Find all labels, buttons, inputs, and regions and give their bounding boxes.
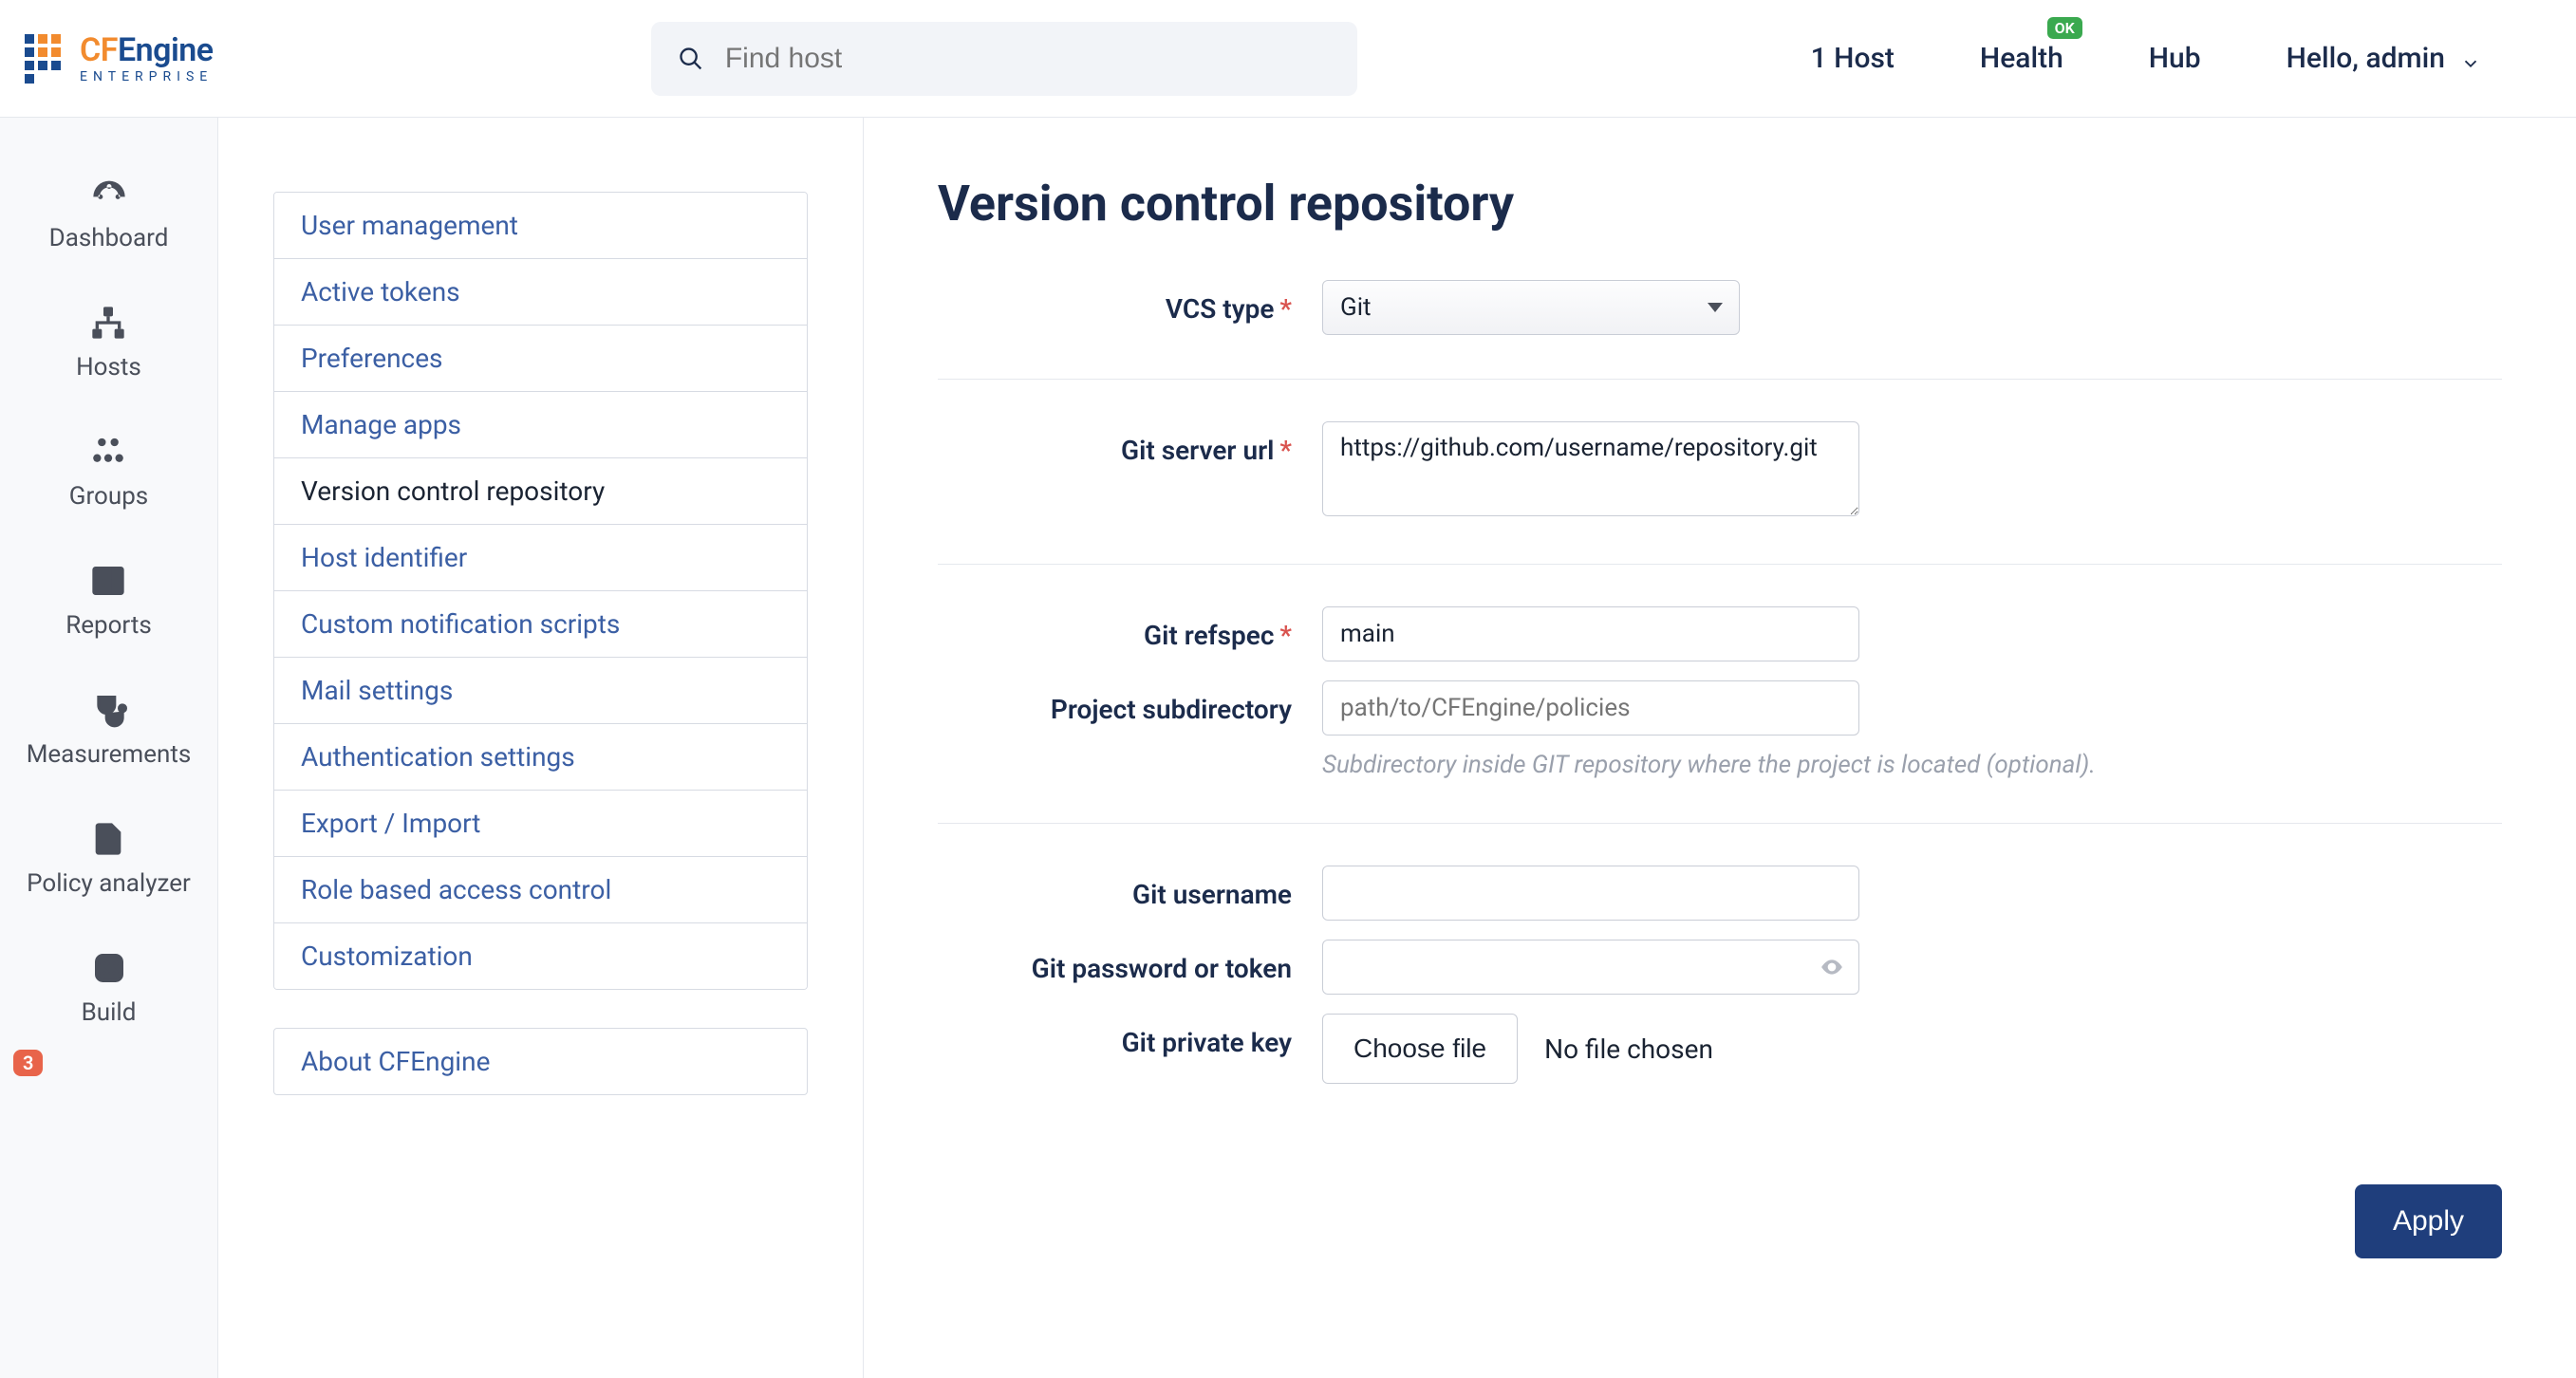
nav-dashboard[interactable]: Dashboard xyxy=(49,175,169,252)
git-password-label: Git password or token xyxy=(938,940,1322,984)
git-password-input[interactable] xyxy=(1322,940,1859,995)
git-private-key-label: Git private key xyxy=(938,1014,1322,1058)
search-icon xyxy=(678,45,704,73)
git-refspec-label: Git refspec* xyxy=(938,606,1322,651)
nav-groups[interactable]: Groups xyxy=(69,433,148,511)
search-box[interactable] xyxy=(651,22,1357,96)
policy-analyzer-badge: 3 xyxy=(13,1050,43,1076)
nav-build[interactable]: Build xyxy=(82,949,137,1027)
settings-item-authentication-settings[interactable]: Authentication settings xyxy=(274,724,807,791)
left-nav: Dashboard Hosts Groups Reports Measureme… xyxy=(0,118,218,1378)
health-ok-badge: OK xyxy=(2047,17,2082,39)
file-chosen-status: No file chosen xyxy=(1544,1034,1713,1065)
settings-item-mail-settings[interactable]: Mail settings xyxy=(274,658,807,724)
settings-item-active-tokens[interactable]: Active tokens xyxy=(274,259,807,326)
groups-icon xyxy=(89,433,127,471)
search-wrap xyxy=(651,22,1357,96)
settings-item-version-control-repository[interactable]: Version control repository xyxy=(274,458,807,525)
nav-policy-analyzer[interactable]: Policy analyzer xyxy=(27,820,191,898)
settings-menu: User managementActive tokensPreferencesM… xyxy=(218,118,864,1378)
page-title: Version control repository xyxy=(938,175,2502,233)
git-username-input[interactable] xyxy=(1322,866,1859,921)
vcs-type-select[interactable]: Git xyxy=(1322,280,1740,335)
logo-mark-icon xyxy=(25,34,66,84)
settings-item-custom-notification-scripts[interactable]: Custom notification scripts xyxy=(274,591,807,658)
hosts-link[interactable]: 1 Host xyxy=(1811,42,1895,75)
network-icon xyxy=(89,304,127,342)
table-icon xyxy=(89,562,127,600)
settings-item-host-identifier[interactable]: Host identifier xyxy=(274,525,807,591)
apply-button[interactable]: Apply xyxy=(2355,1184,2502,1258)
project-subdir-help: Subdirectory inside GIT repository where… xyxy=(1322,751,2096,779)
settings-item-role-based-access-control[interactable]: Role based access control xyxy=(274,857,807,923)
main-content: Version control repository VCS type* Git… xyxy=(864,118,2576,1378)
topbar: CFEngine ENTERPRISE 1 Host Health OK Hub… xyxy=(0,0,2576,118)
health-link[interactable]: Health OK xyxy=(1980,42,2063,75)
chevron-down-icon xyxy=(2460,48,2481,69)
git-url-input[interactable]: https://github.com/username/repository.g… xyxy=(1322,421,1859,516)
file-icon xyxy=(89,820,127,858)
gauge-icon xyxy=(90,175,128,213)
settings-item-export-import[interactable]: Export / Import xyxy=(274,791,807,857)
hub-link[interactable]: Hub xyxy=(2149,42,2201,75)
git-url-label: Git server url* xyxy=(938,421,1322,466)
nav-hosts[interactable]: Hosts xyxy=(76,304,141,382)
build-icon xyxy=(90,949,128,987)
about-cfengine[interactable]: About CFEngine xyxy=(273,1028,808,1095)
stethoscope-icon xyxy=(89,691,127,729)
settings-item-preferences[interactable]: Preferences xyxy=(274,326,807,392)
settings-item-user-management[interactable]: User management xyxy=(274,193,807,259)
git-refspec-input[interactable] xyxy=(1322,606,1859,661)
logo[interactable]: CFEngine ENTERPRISE xyxy=(25,34,309,84)
project-subdir-input[interactable] xyxy=(1322,680,1859,736)
search-input[interactable] xyxy=(725,43,1331,75)
vcs-type-label: VCS type* xyxy=(938,280,1322,325)
logo-text: CFEngine ENTERPRISE xyxy=(80,34,214,84)
git-username-label: Git username xyxy=(938,866,1322,910)
project-subdir-label: Project subdirectory xyxy=(938,680,1322,725)
nav-reports[interactable]: Reports xyxy=(65,562,152,640)
settings-item-customization[interactable]: Customization xyxy=(274,923,807,989)
nav-measurements[interactable]: Measurements xyxy=(27,691,192,769)
choose-file-button[interactable]: Choose file xyxy=(1322,1014,1518,1084)
eye-icon[interactable] xyxy=(1820,955,1844,979)
top-right-nav: 1 Host Health OK Hub Hello, admin xyxy=(1811,42,2557,75)
user-menu[interactable]: Hello, admin xyxy=(2287,42,2481,75)
settings-item-manage-apps[interactable]: Manage apps xyxy=(274,392,807,458)
